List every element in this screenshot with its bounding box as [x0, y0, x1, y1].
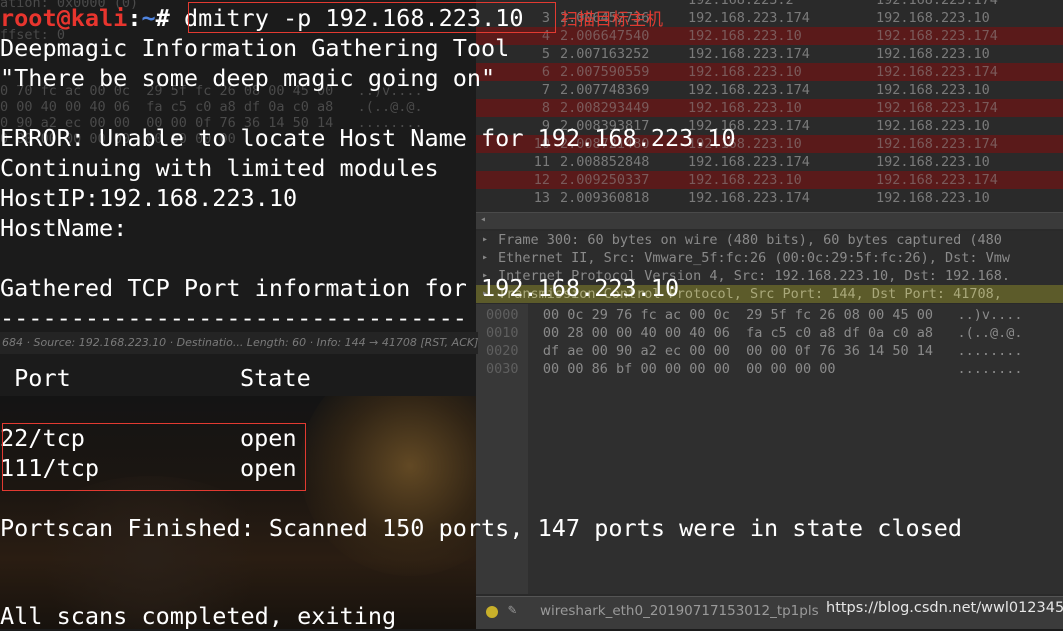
- command-annotation: 扫描目标主机: [561, 10, 663, 30]
- col-port: Port: [14, 364, 71, 392]
- output-separator: ---------------------------------: [0, 304, 467, 332]
- port-table-header: Port State: [0, 363, 311, 393]
- output-line: ERROR: Unable to locate Host Name for 19…: [0, 124, 736, 152]
- output-line: All scans completed, exiting: [0, 602, 397, 630]
- open-ports-highlight-box: [2, 423, 306, 491]
- output-line: HostName:: [0, 214, 128, 242]
- output-line: Gathered TCP Port information for 192.16…: [0, 274, 680, 302]
- output-line: Portscan Finished: Scanned 150 ports, 14…: [0, 514, 963, 542]
- output-line: Continuing with limited modules: [0, 154, 439, 182]
- output-line: "There be some deep magic going on": [0, 64, 496, 92]
- prompt-separator: :: [127, 4, 142, 32]
- command-highlight-box: [188, 2, 556, 33]
- prompt-hash: #: [155, 4, 184, 32]
- terminal[interactable]: root@kali:~# dmitry -p 192.168.223.10 扫描…: [0, 0, 1063, 630]
- output-line: HostIP:192.168.223.10: [0, 184, 298, 212]
- prompt-user: root@kali: [0, 4, 128, 32]
- prompt-path: ~: [141, 4, 156, 32]
- output-line: Deepmagic Information Gathering Tool: [0, 34, 510, 62]
- col-state: State: [240, 364, 311, 392]
